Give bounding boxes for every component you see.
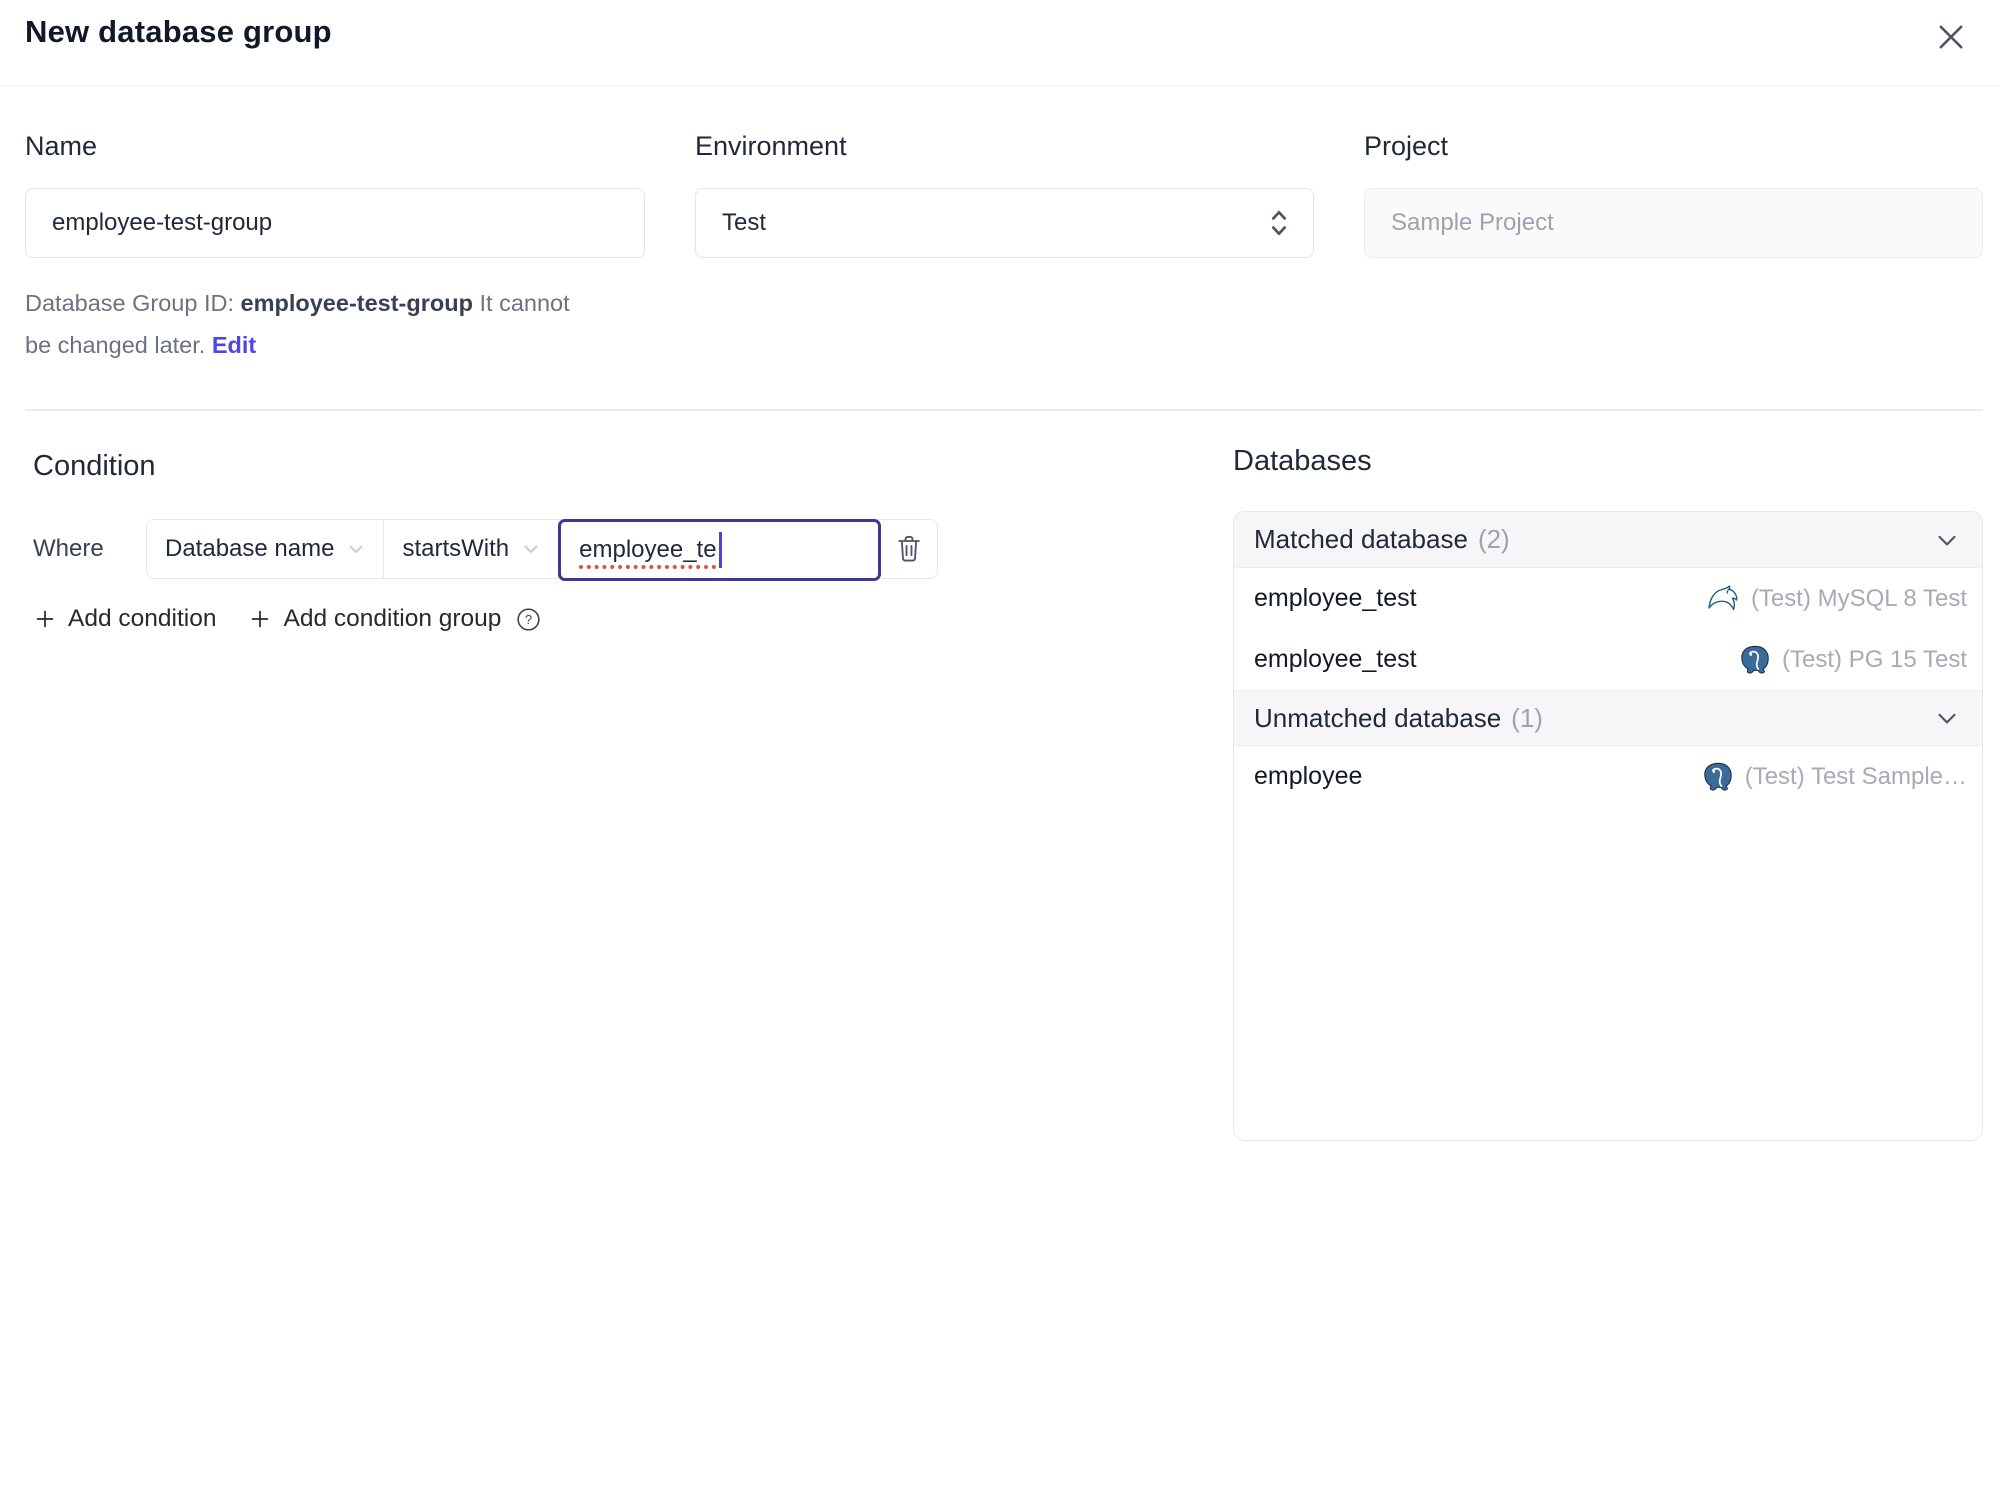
- database-instance-label: (Test) PG 15 Test: [1782, 645, 1967, 673]
- where-label: Where: [33, 535, 104, 562]
- name-label: Name: [25, 131, 98, 161]
- unmatched-group-title: Unmatched database: [1254, 702, 1502, 733]
- database-name: employee_test: [1254, 584, 1417, 612]
- project-label: Project: [1364, 131, 1449, 161]
- unmatched-group-rows: employee (Test) Test Sample…: [1234, 746, 1982, 807]
- condition-expression: Database name startsWith employee_te: [146, 519, 938, 581]
- databases-heading: Databases: [1233, 445, 1372, 477]
- chevron-down-icon: [1938, 713, 1956, 724]
- delete-condition-button[interactable]: [881, 520, 937, 578]
- dialog-title: New database group: [25, 14, 332, 49]
- add-condition-button[interactable]: Add condition: [33, 605, 216, 633]
- project-value: Sample Project: [1391, 209, 1554, 236]
- database-row: employee_test (Test) PG 15 Test: [1234, 629, 1982, 690]
- chevron-down-icon: [1938, 535, 1956, 545]
- database-instance-label: (Test) MySQL 8 Test: [1750, 584, 1967, 612]
- new-database-group-dialog: New database group Name Database Group I…: [0, 0, 2000, 1500]
- name-field-group: Name Database Group ID: employee-test-gr…: [25, 131, 645, 366]
- project-field-group: Project Sample Project: [1364, 131, 1983, 366]
- mysql-icon: [1708, 584, 1738, 610]
- close-button[interactable]: [1926, 12, 1976, 62]
- environment-field-group: Environment Test: [695, 131, 1314, 366]
- database-name: employee: [1254, 762, 1363, 790]
- close-icon: [1939, 25, 1963, 49]
- environment-label: Environment: [695, 131, 847, 161]
- unmatched-group-count: (1): [1511, 702, 1543, 733]
- matched-group-title: Matched database: [1254, 524, 1468, 554]
- database-name: employee_test: [1254, 645, 1417, 673]
- database-instance: (Test) MySQL 8 Test: [1705, 581, 1967, 617]
- edit-link[interactable]: Edit: [212, 332, 256, 358]
- help-icon[interactable]: ?: [515, 606, 542, 633]
- postgresql-icon: [1741, 645, 1769, 674]
- matched-group-header[interactable]: Matched database (2): [1234, 512, 1982, 568]
- svg-text:?: ?: [525, 612, 532, 627]
- question-circle-icon: ?: [517, 607, 541, 631]
- database-row: employee (Test) Test Sample…: [1234, 746, 1982, 807]
- condition-field-select[interactable]: Database name: [147, 520, 385, 578]
- form-row: Name Database Group ID: employee-test-gr…: [25, 131, 1983, 366]
- chevron-down-icon: [524, 545, 538, 553]
- database-instance: (Test) PG 15 Test: [1738, 643, 1967, 677]
- matched-group-count: (2): [1477, 524, 1510, 554]
- condition-row: Where Database name startsWith employee_…: [33, 519, 1173, 581]
- condition-field-value: Database name: [165, 535, 335, 562]
- name-input[interactable]: [25, 188, 645, 258]
- plus-icon: [252, 610, 269, 628]
- condition-heading: Condition: [33, 450, 156, 482]
- condition-operator-value: startsWith: [402, 535, 510, 562]
- database-row: employee_test (Test) MySQL 8 Test: [1234, 568, 1982, 629]
- condition-value-input[interactable]: employee_te: [558, 519, 882, 581]
- postgresql-icon: [1703, 762, 1732, 791]
- select-updown-icon: [1271, 210, 1287, 236]
- condition-section: Condition Where Database name startsWith: [33, 450, 1173, 633]
- environment-select[interactable]: Test: [695, 188, 1314, 258]
- add-condition-label: Add condition: [68, 605, 217, 632]
- id-help-suffix-2: be changed later.: [25, 332, 212, 358]
- group-id-value: employee-test-group: [240, 290, 473, 316]
- add-condition-group-button[interactable]: Add condition group: [248, 605, 501, 633]
- database-instance-label: (Test) Test Sample…: [1744, 762, 1967, 790]
- chevron-down-icon: [349, 545, 363, 553]
- id-help-suffix-1: It cannot: [472, 290, 570, 316]
- dialog-header: New database group: [0, 0, 2000, 86]
- matched-group-rows: employee_test (Test) MySQL 8 Test employ…: [1234, 568, 1982, 690]
- unmatched-group-header[interactable]: Unmatched database (1): [1234, 690, 1982, 746]
- condition-value-text: employee_te: [579, 536, 717, 563]
- trash-icon: [898, 536, 920, 562]
- group-id-help: Database Group ID: employee-test-group I…: [25, 282, 645, 366]
- add-condition-group-label: Add condition group: [283, 605, 502, 632]
- text-caret: [718, 532, 722, 568]
- databases-panel: Matched database (2) employee_test (Test…: [1233, 511, 1983, 1141]
- database-instance: (Test) Test Sample…: [1701, 760, 1967, 794]
- id-help-prefix: Database Group ID:: [25, 290, 241, 316]
- databases-section: Databases Matched database (2) employee_…: [1233, 445, 1983, 1141]
- section-divider: [25, 409, 1983, 411]
- condition-actions: Add condition Add condition group ?: [33, 605, 1173, 633]
- project-input: Sample Project: [1364, 188, 1983, 258]
- condition-operator-select[interactable]: startsWith: [384, 520, 560, 578]
- plus-icon: [36, 610, 54, 628]
- environment-selected-value: Test: [722, 209, 767, 236]
